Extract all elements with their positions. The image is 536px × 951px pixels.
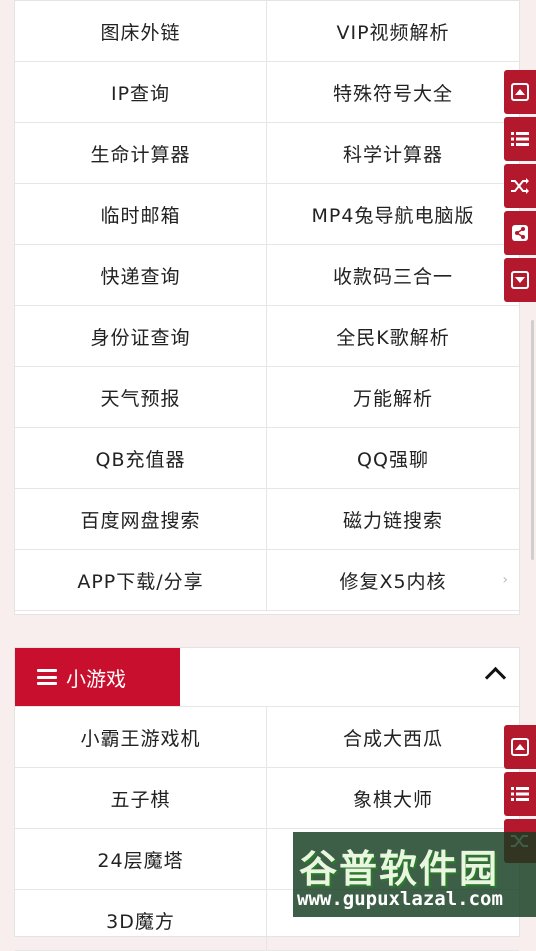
tool-label: MP4兔导航电脑版 [311, 204, 475, 227]
tool-label: 快递查询 [100, 265, 181, 288]
games-header-label: 小游戏 [66, 666, 126, 691]
tool-label: 收款码三合一 [332, 265, 453, 288]
scroll-top-button[interactable] [504, 70, 536, 114]
game-label: 五子棋 [110, 788, 171, 811]
watermark-title: 谷普软件园 [299, 847, 500, 891]
arrow-up-box-icon [511, 83, 529, 101]
site-watermark: 谷普软件园 www.gupuxlazal.com [293, 832, 536, 917]
tool-temp-mail[interactable]: 临时邮箱 [15, 184, 267, 245]
tool-label: 万能解析 [352, 387, 433, 410]
tool-label: 临时邮箱 [100, 204, 181, 227]
list-button[interactable] [504, 117, 536, 161]
floating-toolbar [504, 70, 536, 305]
game-label: 象棋大师 [352, 788, 433, 811]
tool-label: VIP视频解析 [336, 21, 450, 44]
chevron-right-icon: › [502, 572, 509, 588]
game-gomoku[interactable]: 五子棋 [15, 768, 267, 829]
tool-life-calculator[interactable]: 生命计算器 [15, 123, 267, 184]
arrow-up-box-icon [511, 738, 529, 756]
tool-weather[interactable]: 天气预报 [15, 367, 267, 428]
tool-fix-x5-kernel[interactable]: 修复X5内核 › [267, 550, 519, 611]
tool-ip-lookup[interactable]: IP查询 [15, 62, 267, 123]
game-label: 24层魔塔 [97, 849, 184, 872]
game-label: 3D魔方 [106, 910, 175, 933]
tool-label: 天气预报 [100, 387, 181, 410]
tool-image-hosting[interactable]: 图床外链 [15, 1, 267, 62]
game-merge-watermelon[interactable]: 合成大西瓜 [267, 707, 519, 768]
tools-grid: 图床外链 VIP视频解析 IP查询 特殊符号大全 生命计算器 科学计算器 临时邮… [15, 1, 519, 611]
tool-qq-force-chat[interactable]: QQ强聊 [267, 428, 519, 489]
game-3d-cube[interactable]: 3D魔方 [15, 890, 267, 951]
tool-label: 科学计算器 [342, 143, 443, 166]
share-icon [512, 225, 528, 241]
tool-label: 图床外链 [100, 21, 181, 44]
tool-label: QB充值器 [95, 448, 186, 471]
share-button[interactable] [504, 211, 536, 255]
tool-baidu-pan-search[interactable]: 百度网盘搜索 [15, 489, 267, 550]
tool-label: 修复X5内核 [339, 570, 447, 593]
arrow-down-box-icon [511, 271, 529, 289]
tool-label: 特殊符号大全 [332, 82, 453, 105]
tool-vip-video-parse[interactable]: VIP视频解析 [267, 1, 519, 62]
scrollbar-thumb[interactable] [531, 320, 534, 560]
tool-label: APP下载/分享 [77, 570, 204, 593]
tool-app-download-share[interactable]: APP下载/分享 [15, 550, 267, 611]
tool-special-symbols[interactable]: 特殊符号大全 [267, 62, 519, 123]
tool-payment-code-merge[interactable]: 收款码三合一 [267, 245, 519, 306]
tool-qb-recharge[interactable]: QB充值器 [15, 428, 267, 489]
tool-label: IP查询 [110, 82, 171, 105]
game-chess-master[interactable]: 象棋大师 [267, 768, 519, 829]
tool-mp4-nav-desktop[interactable]: MP4兔导航电脑版 [267, 184, 519, 245]
game-label: 合成大西瓜 [342, 727, 443, 750]
games-tab[interactable]: 小游戏 [15, 648, 180, 706]
game-label: 小霸王游戏机 [80, 727, 201, 750]
tool-label: QQ强聊 [357, 448, 429, 471]
menu-icon [37, 669, 57, 685]
random-button[interactable] [504, 164, 536, 208]
scroll-top-button[interactable] [504, 725, 536, 769]
list-button[interactable] [504, 772, 536, 816]
tool-express-tracking[interactable]: 快递查询 [15, 245, 267, 306]
tool-label: 生命计算器 [90, 143, 191, 166]
game-xiaobawang[interactable]: 小霸王游戏机 [15, 707, 267, 768]
tool-label: 全民K歌解析 [336, 326, 450, 349]
tool-karaoke-parse[interactable]: 全民K歌解析 [267, 306, 519, 367]
tool-label: 百度网盘搜索 [80, 509, 201, 532]
tool-magnet-search[interactable]: 磁力链搜索 [267, 489, 519, 550]
tool-scientific-calculator[interactable]: 科学计算器 [267, 123, 519, 184]
list-icon [511, 787, 529, 801]
list-icon [511, 132, 529, 146]
chevron-up-icon[interactable] [484, 666, 507, 689]
tool-id-card-lookup[interactable]: 身份证查询 [15, 306, 267, 367]
watermark-url: www.gupuxlazal.com [297, 888, 503, 910]
games-header[interactable]: 小游戏 [15, 648, 519, 707]
tool-universal-parse[interactable]: 万能解析 [267, 367, 519, 428]
tool-label: 磁力链搜索 [342, 509, 443, 532]
shuffle-icon [511, 178, 529, 194]
tool-label: 身份证查询 [90, 326, 191, 349]
tools-panel: 图床外链 VIP视频解析 IP查询 特殊符号大全 生命计算器 科学计算器 临时邮… [14, 0, 520, 615]
game-magic-tower[interactable]: 24层魔塔 [15, 829, 267, 890]
scroll-bottom-button[interactable] [504, 258, 536, 302]
